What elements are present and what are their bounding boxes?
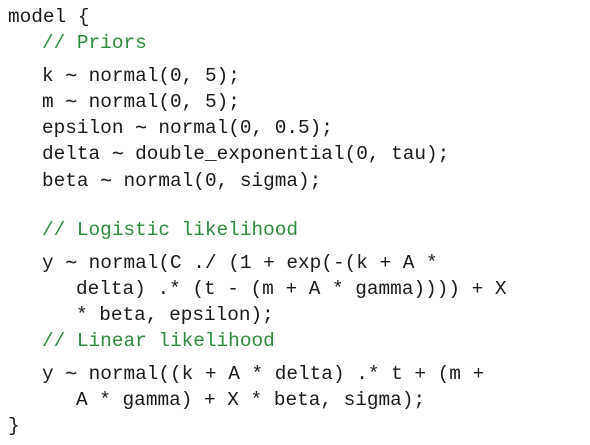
comment-linear-likelihood: // Linear likelihood xyxy=(42,330,275,352)
logistic-likelihood-line-1: y ∼ normal(C ./ (1 + exp(-(k + A * xyxy=(42,252,438,274)
logistic-likelihood-line-2: delta) .* (t - (m + A * gamma)))) + X xyxy=(76,278,507,300)
prior-delta-line: delta ∼ double_exponential(0, tau); xyxy=(42,143,450,165)
prior-m-line: m ∼ normal(0, 5); xyxy=(42,91,240,113)
logistic-likelihood-line-3: * beta, epsilon); xyxy=(76,304,274,326)
prior-beta-line: beta ∼ normal(0, sigma); xyxy=(42,170,322,192)
prior-k-line: k ∼ normal(0, 5); xyxy=(42,65,240,87)
model-block-close: } xyxy=(8,415,20,437)
model-block-open: model { xyxy=(8,6,90,28)
comment-logistic-likelihood: // Logistic likelihood xyxy=(42,219,298,241)
linear-likelihood-line-1: y ∼ normal((k + A * delta) .* t + (m + xyxy=(42,363,485,385)
prior-epsilon-line: epsilon ∼ normal(0, 0.5); xyxy=(42,117,333,139)
comment-priors: // Priors xyxy=(42,32,147,54)
stan-model-code-block: model { // Priors k ∼ normal(0, 5); m ∼ … xyxy=(0,0,590,445)
linear-likelihood-line-2: A * gamma) + X * beta, sigma); xyxy=(76,389,426,411)
